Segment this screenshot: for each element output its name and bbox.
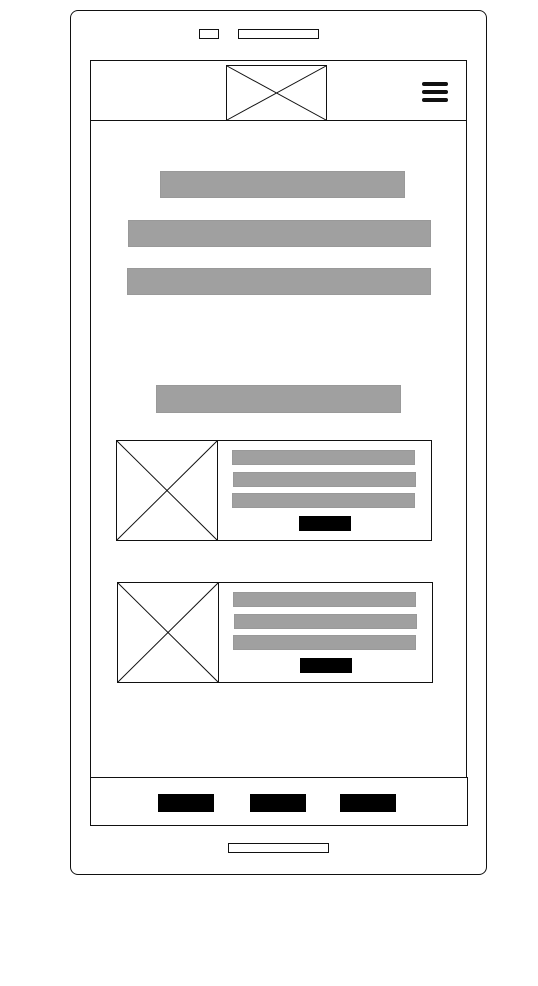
nav-button-1[interactable] bbox=[158, 794, 214, 812]
hero-text-placeholder bbox=[128, 220, 431, 247]
card-image-placeholder bbox=[116, 440, 218, 541]
card-text-placeholder bbox=[233, 635, 416, 650]
hamburger-menu-icon[interactable] bbox=[422, 82, 448, 102]
section-heading-placeholder bbox=[156, 385, 401, 413]
camera bbox=[199, 29, 219, 39]
nav-button-3[interactable] bbox=[340, 794, 396, 812]
card-button[interactable] bbox=[300, 658, 352, 673]
home-button[interactable] bbox=[228, 843, 329, 853]
card-text-placeholder bbox=[232, 450, 415, 465]
logo-image-placeholder[interactable] bbox=[226, 65, 327, 121]
card-text-placeholder bbox=[232, 493, 415, 508]
speaker bbox=[238, 29, 319, 39]
card-text-placeholder bbox=[233, 472, 416, 487]
card-text-placeholder bbox=[233, 592, 416, 607]
card-button[interactable] bbox=[299, 516, 351, 531]
hero-title-placeholder bbox=[160, 171, 405, 198]
card-image-placeholder bbox=[117, 582, 219, 683]
nav-button-2[interactable] bbox=[250, 794, 306, 812]
card-text-placeholder bbox=[234, 614, 417, 629]
hero-text-placeholder bbox=[127, 268, 431, 295]
